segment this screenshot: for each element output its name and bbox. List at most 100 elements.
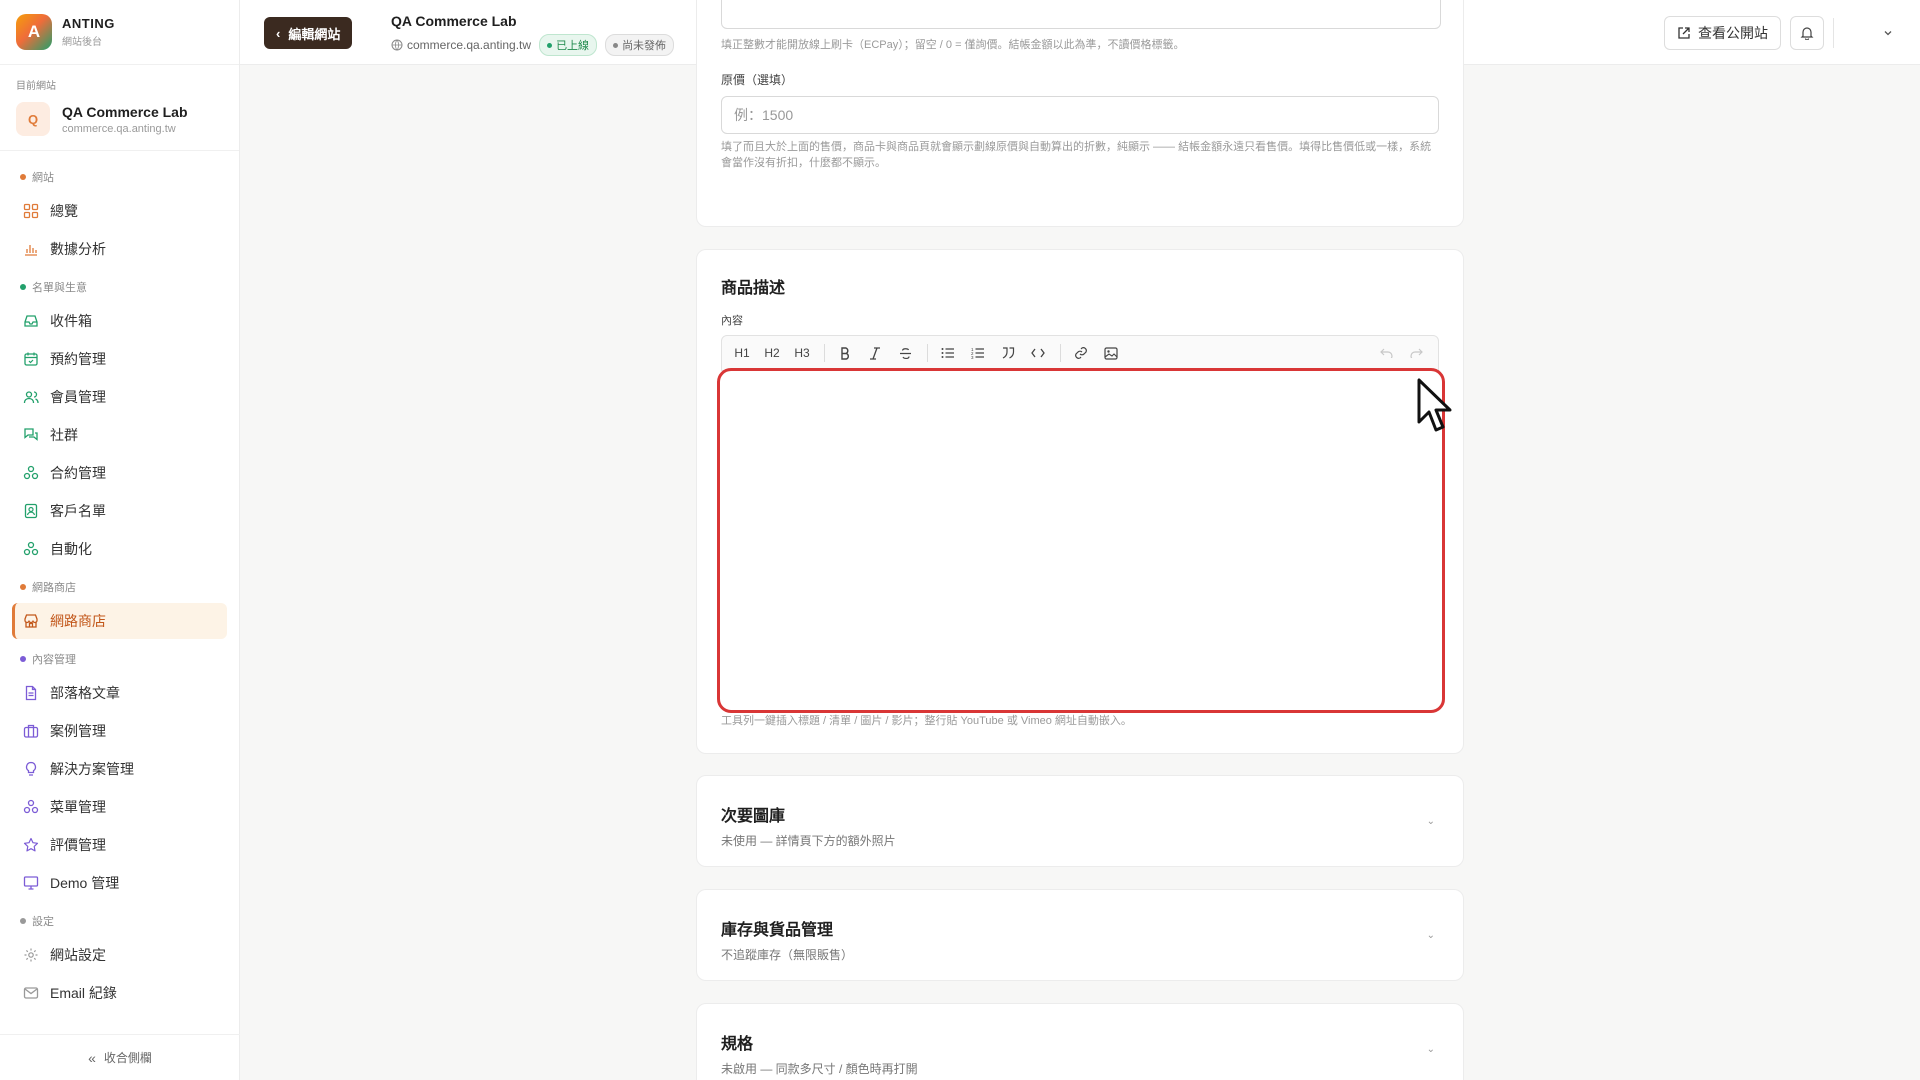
sidebar-item[interactable]: 菜單管理 xyxy=(12,789,227,825)
briefcase-icon xyxy=(22,722,40,740)
current-site[interactable]: 目前網站 Q QA Commerce Lab commerce.qa.antin… xyxy=(0,65,239,151)
site-domain-link[interactable]: commerce.qa.anting.tw xyxy=(391,38,531,52)
nav-section-header: 內容管理 xyxy=(12,641,227,673)
notifications-button[interactable] xyxy=(1790,16,1824,50)
price-hint: 填正整數才能開放線上刷卡（ECPay）；留空 / 0 = 僅詢價。結帳金額以此為… xyxy=(721,39,1185,51)
nav-section-title: 網路商店 xyxy=(32,582,76,594)
back-edit-site-button[interactable]: ‹ 編輯網站 xyxy=(264,17,353,49)
nav-section-title: 內容管理 xyxy=(32,654,76,666)
original-price-input[interactable]: 例：1500 xyxy=(721,96,1439,134)
site-avatar: Q xyxy=(16,102,50,136)
pricing-card: 填正整數才能開放線上刷卡（ECPay）；留空 / 0 = 僅詢價。結帳金額以此為… xyxy=(696,0,1464,227)
gallery-title: 次要圖庫 xyxy=(721,808,786,825)
nav-section-header: 網站 xyxy=(12,159,227,191)
sidebar-item[interactable]: Demo 管理 xyxy=(12,865,227,901)
original-price-placeholder: 例：1500 xyxy=(734,107,794,123)
sidebar-item[interactable]: 自動化 xyxy=(12,531,227,567)
sidebar-item[interactable]: 預約管理 xyxy=(12,341,227,377)
chat-icon xyxy=(22,426,40,444)
monitor-icon xyxy=(22,874,40,892)
sidebar-item-label: 客戶名單 xyxy=(50,503,106,519)
section-dot xyxy=(20,656,26,662)
numbered-list-icon[interactable]: 123 xyxy=(964,339,992,367)
chevron-down-icon[interactable]: ⌄ xyxy=(1427,816,1435,827)
inbox-icon xyxy=(22,312,40,330)
code-icon[interactable] xyxy=(1024,339,1052,367)
inventory-title: 庫存與貨品管理 xyxy=(721,922,834,939)
store-icon xyxy=(22,612,40,630)
price-input[interactable] xyxy=(721,0,1441,29)
specs-card[interactable]: 規格 未啟用 — 同款多尺寸 / 顏色時再打開 ⌄ xyxy=(696,1003,1464,1080)
sidebar-item[interactable]: 網路商店 xyxy=(12,603,227,639)
description-editor[interactable] xyxy=(717,368,1445,713)
domain-text: commerce.qa.anting.tw xyxy=(407,38,532,52)
sidebar-item-label: 數據分析 xyxy=(50,241,106,257)
sidebar-nav: 網站 總覽 數據分析 名單與生意 收件箱 預約管理 會員管理 社群 合約管理 客戶名單 自動化 網路商… xyxy=(0,151,239,1011)
sidebar-item[interactable]: 客戶名單 xyxy=(12,493,227,529)
user-menu-button[interactable] xyxy=(1878,23,1898,43)
strikethrough-icon[interactable] xyxy=(891,339,919,367)
heading1-button[interactable]: H1 xyxy=(728,339,756,367)
nav-section-title: 網站 xyxy=(32,172,54,184)
editor-toolbar: H1 H2 H3 123 xyxy=(721,335,1439,371)
sidebar-item[interactable]: 合約管理 xyxy=(12,455,227,491)
section-dot xyxy=(20,174,26,180)
sidebar-item[interactable]: 總覽 xyxy=(12,193,227,229)
mail-icon xyxy=(22,984,40,1002)
italic-icon[interactable] xyxy=(861,339,889,367)
original-price-label: 原價（選填） xyxy=(721,73,794,87)
heading3-button[interactable]: H3 xyxy=(788,339,816,367)
sidebar-item[interactable]: 數據分析 xyxy=(12,231,227,267)
badge-live-text: 已上線 xyxy=(556,40,590,52)
gallery-card[interactable]: 次要圖庫 未使用 — 詳情頁下方的額外照片 ⌄ xyxy=(696,775,1464,867)
description-title: 商品描述 xyxy=(721,280,786,297)
sidebar-item-label: 解決方案管理 xyxy=(50,761,134,777)
bold-icon[interactable] xyxy=(831,339,859,367)
quote-icon[interactable] xyxy=(994,339,1022,367)
status-badge-unpublished: 尚未發佈 xyxy=(605,34,675,56)
heading2-button[interactable]: H2 xyxy=(758,339,786,367)
chevron-left-icon: ‹ xyxy=(276,25,281,41)
section-dot xyxy=(20,918,26,924)
sidebar-item-label: 部落格文章 xyxy=(50,685,120,701)
sidebar-item[interactable]: Email 紀錄 xyxy=(12,975,227,1011)
sidebar-item[interactable]: 會員管理 xyxy=(12,379,227,415)
site-domain: commerce.qa.anting.tw xyxy=(62,122,176,135)
sidebar-item-label: 預約管理 xyxy=(50,351,106,367)
view-public-site-button[interactable]: 查看公開站 xyxy=(1664,16,1781,50)
collapse-sidebar-button[interactable]: « 收合側欄 xyxy=(0,1034,240,1080)
brand-name: ANTING xyxy=(62,16,115,31)
sidebar-item-label: 自動化 xyxy=(50,541,92,557)
undo-icon[interactable] xyxy=(1372,339,1400,367)
sidebar-item-label: 社群 xyxy=(50,427,78,443)
sidebar-item[interactable]: 部落格文章 xyxy=(12,675,227,711)
inventory-card[interactable]: 庫存與貨品管理 不追蹤庫存（無限販售） ⌄ xyxy=(696,889,1464,981)
bar-chart-icon xyxy=(22,240,40,258)
view-site-label: 查看公開站 xyxy=(1698,25,1768,41)
sidebar-item[interactable]: 評價管理 xyxy=(12,827,227,863)
sidebar-item[interactable]: 案例管理 xyxy=(12,713,227,749)
globe-icon xyxy=(391,39,403,51)
brand[interactable]: A ANTING 網站後台 xyxy=(0,0,239,65)
nav-section-header: 設定 xyxy=(12,903,227,935)
chevron-down-icon[interactable]: ⌄ xyxy=(1427,1044,1435,1055)
sidebar-item[interactable]: 收件箱 xyxy=(12,303,227,339)
sidebar-item-label: 總覽 xyxy=(50,203,78,219)
contact-icon xyxy=(22,502,40,520)
menu-cluster-icon xyxy=(22,798,40,816)
sidebar-item-label: 網路商店 xyxy=(50,613,106,629)
section-dot xyxy=(20,284,26,290)
content-label: 內容 xyxy=(721,315,743,327)
cluster-icon xyxy=(22,464,40,482)
sidebar-item[interactable]: 網站設定 xyxy=(12,937,227,973)
chevron-down-icon[interactable]: ⌄ xyxy=(1427,930,1435,941)
grid-icon xyxy=(22,202,40,220)
link-icon[interactable] xyxy=(1067,339,1095,367)
sidebar-item-label: 網站設定 xyxy=(50,947,106,963)
sidebar-item[interactable]: 解決方案管理 xyxy=(12,751,227,787)
redo-icon[interactable] xyxy=(1402,339,1430,367)
sidebar-item[interactable]: 社群 xyxy=(12,417,227,453)
sidebar-item-label: 合約管理 xyxy=(50,465,106,481)
bullet-list-icon[interactable] xyxy=(934,339,962,367)
image-icon[interactable] xyxy=(1097,339,1125,367)
